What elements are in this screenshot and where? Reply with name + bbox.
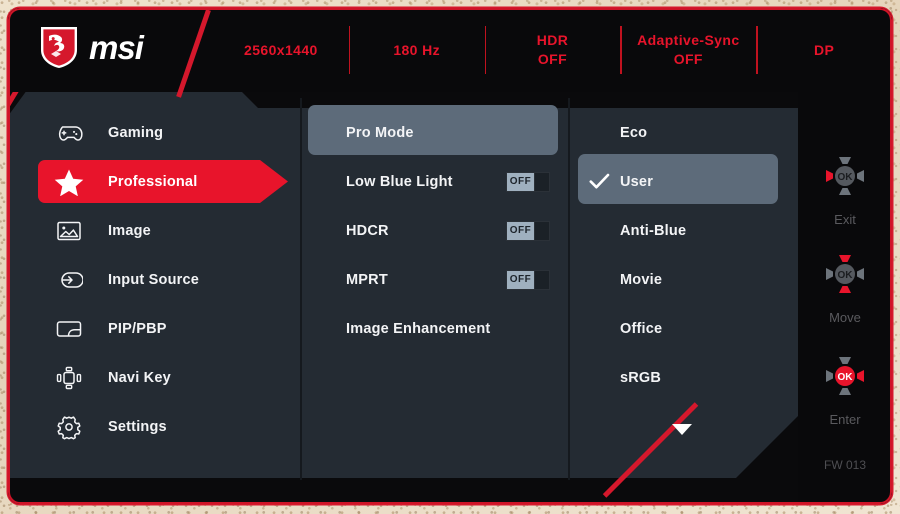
adaptive-sync-label: Adaptive-Sync [637, 32, 740, 49]
sidebar-item-label: Input Source [108, 271, 200, 288]
toggle-state-label: OFF [507, 270, 534, 289]
input-source-value: DP [813, 41, 835, 58]
submenu-item-label: Image Enhancement [346, 320, 491, 337]
nav-key-panel: OK Exit OK Move OK Enter FW 013 [798, 86, 892, 504]
sidebar-item-label: Professional [108, 173, 198, 190]
sidebar-item-pip-pbp[interactable]: PIP/PBP [8, 304, 300, 353]
option-check-placeholder [588, 367, 610, 389]
status-refresh-rate: 180 Hz [349, 41, 485, 60]
nav-exit-block[interactable]: OK Exit [798, 148, 892, 227]
option-anti-blue[interactable]: Anti-Blue [568, 206, 798, 255]
osd-menu: msi 2560x1440 180 Hz HDR OFF Adaptive-Sy… [8, 8, 892, 504]
chevron-down-icon[interactable] [671, 423, 693, 441]
sidebar-item-input-source[interactable]: Input Source [8, 255, 300, 304]
option-user[interactable]: User [568, 154, 798, 206]
sidebar-item-label: PIP/PBP [108, 320, 167, 337]
option-label: Office [620, 320, 663, 337]
submenu-item-hdcr[interactable]: HDCR OFF [300, 206, 568, 255]
hdr-label: HDR [536, 32, 569, 49]
svg-text:OK: OK [838, 270, 854, 281]
toggle-state-label: OFF [507, 221, 534, 240]
status-adaptive-sync: Adaptive-Sync OFF [620, 31, 756, 69]
option-check-placeholder [588, 269, 610, 291]
picture-icon [54, 216, 84, 246]
toggle-knob [534, 270, 549, 289]
submenu-item-mprt[interactable]: MPRT OFF [300, 255, 568, 304]
dpad-ok-right-icon: OK [826, 357, 864, 395]
hdcr-toggle[interactable]: OFF [506, 220, 550, 241]
nav-move-block[interactable]: OK Move [798, 246, 892, 325]
nav-label: Exit [834, 212, 856, 227]
submenu-item-label: MPRT [346, 271, 388, 288]
svg-text:OK: OK [838, 372, 854, 383]
gamepad-icon [54, 118, 84, 148]
navi-key-icon [54, 363, 84, 393]
header-status-bar: 2560x1440 180 Hz HDR OFF Adaptive-Sync O… [213, 8, 892, 92]
toggle-state-label: OFF [507, 172, 534, 191]
firmware-version: FW 013 [823, 458, 866, 472]
option-label: Eco [620, 124, 648, 141]
status-input-source: DP [756, 41, 892, 60]
star-icon [54, 167, 84, 197]
submenu-item-low-blue-light[interactable]: Low Blue Light OFF [300, 157, 568, 206]
nav-enter-block[interactable]: OK Enter [798, 348, 892, 427]
low-blue-light-toggle[interactable]: OFF [506, 171, 550, 192]
msi-dragon-shield-icon [41, 27, 77, 68]
gear-icon [54, 412, 84, 442]
option-eco[interactable]: Eco [568, 108, 798, 157]
nav-label: Enter [829, 412, 861, 427]
option-movie[interactable]: Movie [568, 255, 798, 304]
option-label: sRGB [620, 369, 662, 386]
nav-label: Move [829, 310, 861, 325]
option-check-placeholder [588, 122, 610, 144]
options-column: Eco User Anti-Blue Movie Office sRGB [568, 108, 798, 478]
sidebar-item-label: Gaming [108, 124, 164, 141]
sidebar-item-settings[interactable]: Settings [8, 402, 300, 451]
dpad-updown-icon: OK [826, 255, 864, 293]
submenu-item-label: Low Blue Light [346, 173, 453, 190]
option-label: Movie [620, 271, 663, 288]
submenu-item-pro-mode[interactable]: Pro Mode [300, 105, 568, 157]
sidebar-item-navi-key[interactable]: Navi Key [8, 353, 300, 402]
status-resolution: 2560x1440 [213, 41, 349, 60]
resolution-value: 2560x1440 [244, 41, 318, 58]
toggle-knob [534, 172, 549, 191]
sidebar-item-label: Settings [108, 418, 167, 435]
refresh-rate-value: 180 Hz [393, 41, 441, 58]
check-icon [588, 171, 610, 193]
option-check-placeholder [588, 220, 610, 242]
sidebar-item-image[interactable]: Image [8, 206, 300, 255]
sidebar-item-gaming[interactable]: Gaming [8, 108, 300, 157]
input-arrow-icon [54, 265, 84, 295]
sidebar-menu: Gaming Professional Image Input Source P… [8, 108, 300, 478]
brand-logo: msi [38, 24, 144, 70]
osd-header: msi 2560x1440 180 Hz HDR OFF Adaptive-Sy… [8, 8, 892, 98]
sidebar-item-label: Navi Key [108, 369, 171, 386]
adaptive-sync-value: OFF [673, 51, 703, 67]
submenu-column: Pro Mode Low Blue Light OFF HDCR OFF MPR… [300, 105, 568, 478]
status-hdr: HDR OFF [485, 31, 621, 69]
mprt-toggle[interactable]: OFF [506, 269, 550, 290]
toggle-knob [534, 221, 549, 240]
option-label: Anti-Blue [620, 222, 687, 239]
header-red-slash [176, 9, 211, 98]
submenu-item-image-enhancement[interactable]: Image Enhancement [300, 304, 568, 353]
svg-text:OK: OK [838, 172, 854, 183]
option-label: User [620, 173, 654, 190]
option-check-placeholder [588, 318, 610, 340]
sidebar-item-label: Image [108, 222, 151, 239]
dpad-left-icon: OK [826, 157, 864, 195]
option-srgb[interactable]: sRGB [568, 353, 798, 402]
submenu-item-label: Pro Mode [346, 124, 414, 141]
hdr-value: OFF [537, 51, 568, 67]
option-office[interactable]: Office [568, 304, 798, 353]
msi-wordmark: msi [89, 28, 144, 66]
pip-pbp-icon [54, 314, 84, 344]
submenu-item-label: HDCR [346, 222, 389, 239]
sidebar-item-professional[interactable]: Professional [8, 157, 300, 206]
